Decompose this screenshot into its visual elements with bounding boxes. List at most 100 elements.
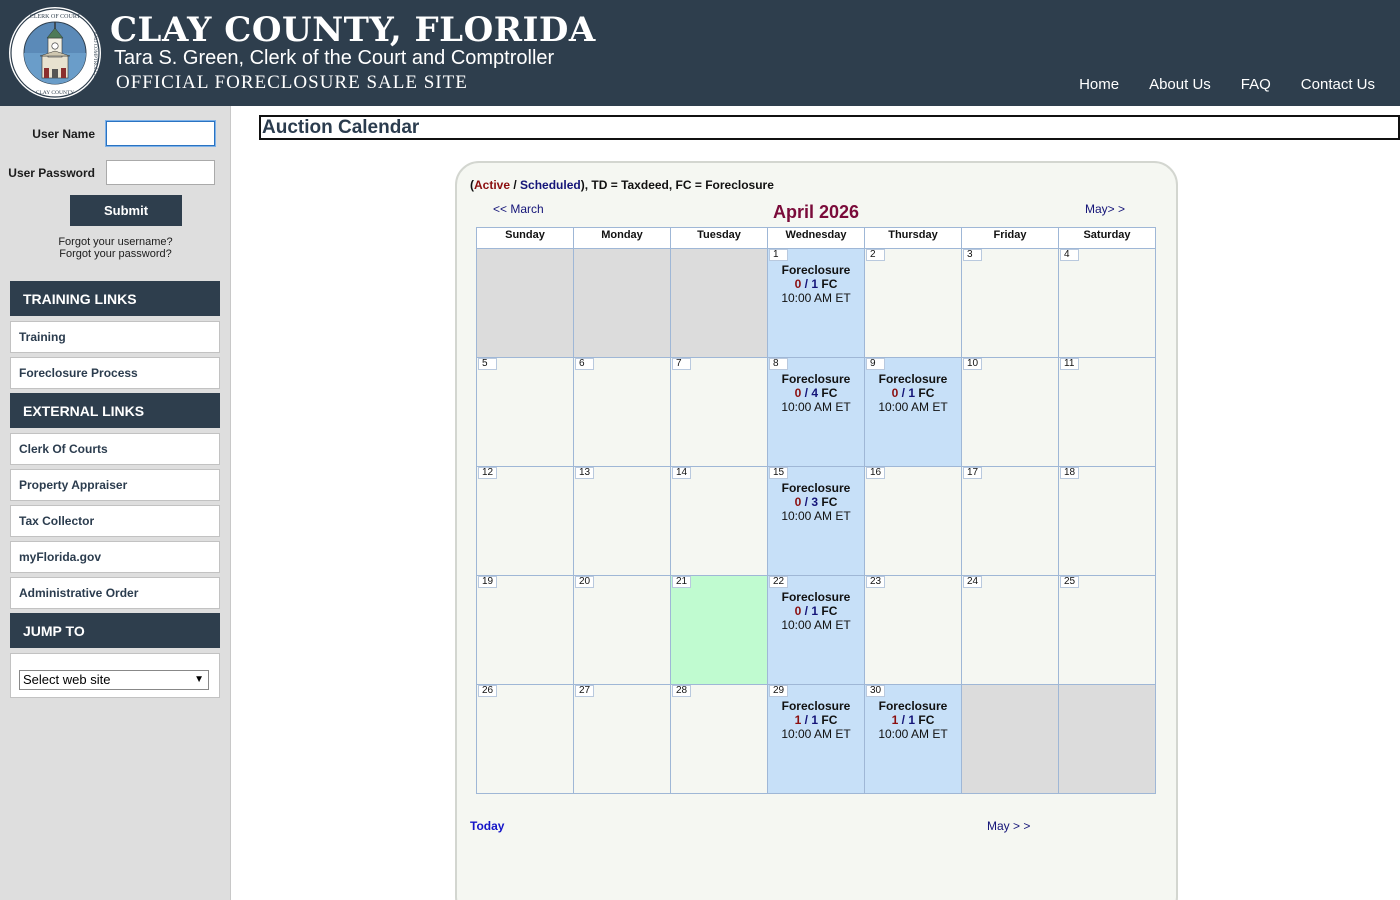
auction-summary[interactable]: Foreclosure 0 / 1 FC 10:00 AM ET — [768, 263, 864, 305]
calendar-day-13[interactable]: 13 — [574, 467, 671, 576]
nav-home[interactable]: Home — [1079, 76, 1119, 93]
day-number: 1 — [769, 249, 788, 261]
weekday-header-thursday: Thursday — [865, 228, 962, 249]
calendar-day-3[interactable]: 3 — [962, 249, 1059, 358]
calendar-day-30[interactable]: 30 Foreclosure 1 / 1 FC 10:00 AM ET — [865, 685, 962, 794]
site-subtitle: OFFICIAL FORECLOSURE SALE SITE — [116, 72, 468, 93]
forgot-password-link[interactable]: Forgot your password? — [0, 248, 231, 260]
calendar-day-4[interactable]: 4 — [1059, 249, 1156, 358]
sidebar-link-clerk-of-courts[interactable]: Clerk Of Courts — [10, 433, 220, 465]
auction-time: 10:00 AM ET — [781, 291, 851, 305]
sidebar-link-foreclosure-process[interactable]: Foreclosure Process — [10, 357, 220, 389]
weekday-header-row: Sunday Monday Tuesday Wednesday Thursday Frid… — [477, 228, 1156, 249]
auction-scheduled-count: 1 — [811, 604, 819, 618]
auction-summary[interactable]: Foreclosure 0 / 1 FC 10:00 AM ET — [768, 590, 864, 632]
legend-slash: / — [510, 178, 521, 192]
training-links-heading: TRAINING LINKS — [10, 281, 220, 316]
username-label: User Name — [32, 127, 95, 141]
auction-time: 10:00 AM ET — [878, 727, 948, 741]
auction-summary[interactable]: Foreclosure 0 / 3 FC 10:00 AM ET — [768, 481, 864, 523]
next-month-bottom-link[interactable]: May > > — [987, 819, 1030, 833]
calendar-day-27[interactable]: 27 — [574, 685, 671, 794]
day-number: 17 — [963, 467, 982, 479]
calendar-day-2[interactable]: 2 — [865, 249, 962, 358]
calendar-day-16[interactable]: 16 — [865, 467, 962, 576]
auction-summary[interactable]: Foreclosure 1 / 1 FC 10:00 AM ET — [768, 699, 864, 741]
calendar-day-11[interactable]: 11 — [1059, 358, 1156, 467]
calendar-day-7[interactable]: 7 — [671, 358, 768, 467]
auction-summary[interactable]: Foreclosure 0 / 4 FC 10:00 AM ET — [768, 372, 864, 414]
calendar-day-25[interactable]: 25 — [1059, 576, 1156, 685]
calendar-day-10[interactable]: 10 — [962, 358, 1059, 467]
calendar-day-22[interactable]: 22 Foreclosure 0 / 1 FC 10:00 AM ET — [768, 576, 865, 685]
forgot-username-link[interactable]: Forgot your username? — [0, 236, 231, 248]
calendar-day-6[interactable]: 6 — [574, 358, 671, 467]
weekday-header-wednesday: Wednesday — [768, 228, 865, 249]
auction-summary[interactable]: Foreclosure 1 / 1 FC 10:00 AM ET — [865, 699, 961, 741]
external-links-heading: EXTERNAL LINKS — [10, 393, 220, 428]
calendar-day-12[interactable]: 12 — [477, 467, 574, 576]
calendar-day-20[interactable]: 20 — [574, 576, 671, 685]
calendar-day-17[interactable]: 17 — [962, 467, 1059, 576]
day-number: 13 — [575, 467, 594, 479]
day-number: 21 — [672, 576, 691, 588]
auction-count-separator: / — [801, 604, 812, 618]
day-number: 4 — [1060, 249, 1079, 261]
calendar-day-14[interactable]: 14 — [671, 467, 768, 576]
calendar-week-row: 5 6 7 8 Foreclosure 0 / 4 FC 10:00 AM ET 9 Forec… — [477, 358, 1156, 467]
submit-button[interactable]: Submit — [70, 195, 182, 226]
county-seal-logo: CLERK OF COURT CLAY COUNTY AND COMPTROLL… — [9, 7, 101, 99]
auction-counts: 0 / 4 FC — [768, 386, 864, 400]
jump-to-heading: JUMP TO — [10, 613, 220, 648]
calendar-week-row: 26 27 28 29 Foreclosure 1 / 1 FC 10:00 AM ET 30… — [477, 685, 1156, 794]
nav-faq[interactable]: FAQ — [1241, 76, 1271, 93]
calendar-day-18[interactable]: 18 — [1059, 467, 1156, 576]
calendar-day-1[interactable]: 1 Foreclosure 0 / 1 FC 10:00 AM ET — [768, 249, 865, 358]
auction-count-separator: / — [801, 386, 812, 400]
site-header: CLERK OF COURT CLAY COUNTY AND COMPTROLL… — [0, 0, 1400, 106]
nav-about-us[interactable]: About Us — [1149, 76, 1211, 93]
sidebar: User Name User Password Submit Forgot yo… — [0, 106, 231, 900]
jump-to-select[interactable]: Select web site ▼ — [19, 670, 209, 690]
calendar-day-19[interactable]: 19 — [477, 576, 574, 685]
calendar-day-26[interactable]: 26 — [477, 685, 574, 794]
calendar-day-empty — [1059, 685, 1156, 794]
calendar-day-28[interactable]: 28 — [671, 685, 768, 794]
next-month-link[interactable]: May> > — [1085, 202, 1125, 216]
sidebar-link-myflorida[interactable]: myFlorida.gov — [10, 541, 220, 573]
auction-code: FC — [821, 277, 838, 291]
sidebar-link-tax-collector[interactable]: Tax Collector — [10, 505, 220, 537]
username-input[interactable] — [106, 121, 215, 146]
sidebar-link-training[interactable]: Training — [10, 321, 220, 353]
auction-time: 10:00 AM ET — [781, 727, 851, 741]
day-number: 6 — [575, 358, 594, 370]
auction-scheduled-count: 3 — [811, 495, 819, 509]
auction-code: FC — [918, 713, 935, 727]
jump-to-select-value: Select web site — [23, 672, 111, 687]
auction-count-separator: / — [801, 277, 812, 291]
calendar-day-8[interactable]: 8 Foreclosure 0 / 4 FC 10:00 AM ET — [768, 358, 865, 467]
calendar-day-23[interactable]: 23 — [865, 576, 962, 685]
calendar-day-15[interactable]: 15 Foreclosure 0 / 3 FC 10:00 AM ET — [768, 467, 865, 576]
day-number: 7 — [672, 358, 691, 370]
calendar-day-5[interactable]: 5 — [477, 358, 574, 467]
weekday-header-friday: Friday — [962, 228, 1059, 249]
sidebar-link-property-appraiser[interactable]: Property Appraiser — [10, 469, 220, 501]
auction-scheduled-count: 1 — [908, 386, 916, 400]
calendar-day-21[interactable]: 21 — [671, 576, 768, 685]
sidebar-link-administrative-order[interactable]: Administrative Order — [10, 577, 220, 609]
day-number: 10 — [963, 358, 982, 370]
day-number: 25 — [1060, 576, 1079, 588]
calendar-day-empty — [574, 249, 671, 358]
calendar-day-24[interactable]: 24 — [962, 576, 1059, 685]
auction-scheduled-count: 1 — [811, 713, 819, 727]
password-input[interactable] — [106, 160, 215, 185]
calendar-day-29[interactable]: 29 Foreclosure 1 / 1 FC 10:00 AM ET — [768, 685, 865, 794]
calendar-day-9[interactable]: 9 Foreclosure 0 / 1 FC 10:00 AM ET — [865, 358, 962, 467]
page-title: Auction Calendar — [259, 115, 1400, 140]
prev-month-link[interactable]: << March — [493, 202, 544, 216]
day-number: 28 — [672, 685, 691, 697]
auction-summary[interactable]: Foreclosure 0 / 1 FC 10:00 AM ET — [865, 372, 961, 414]
today-link[interactable]: Today — [470, 819, 504, 833]
nav-contact-us[interactable]: Contact Us — [1301, 76, 1375, 93]
